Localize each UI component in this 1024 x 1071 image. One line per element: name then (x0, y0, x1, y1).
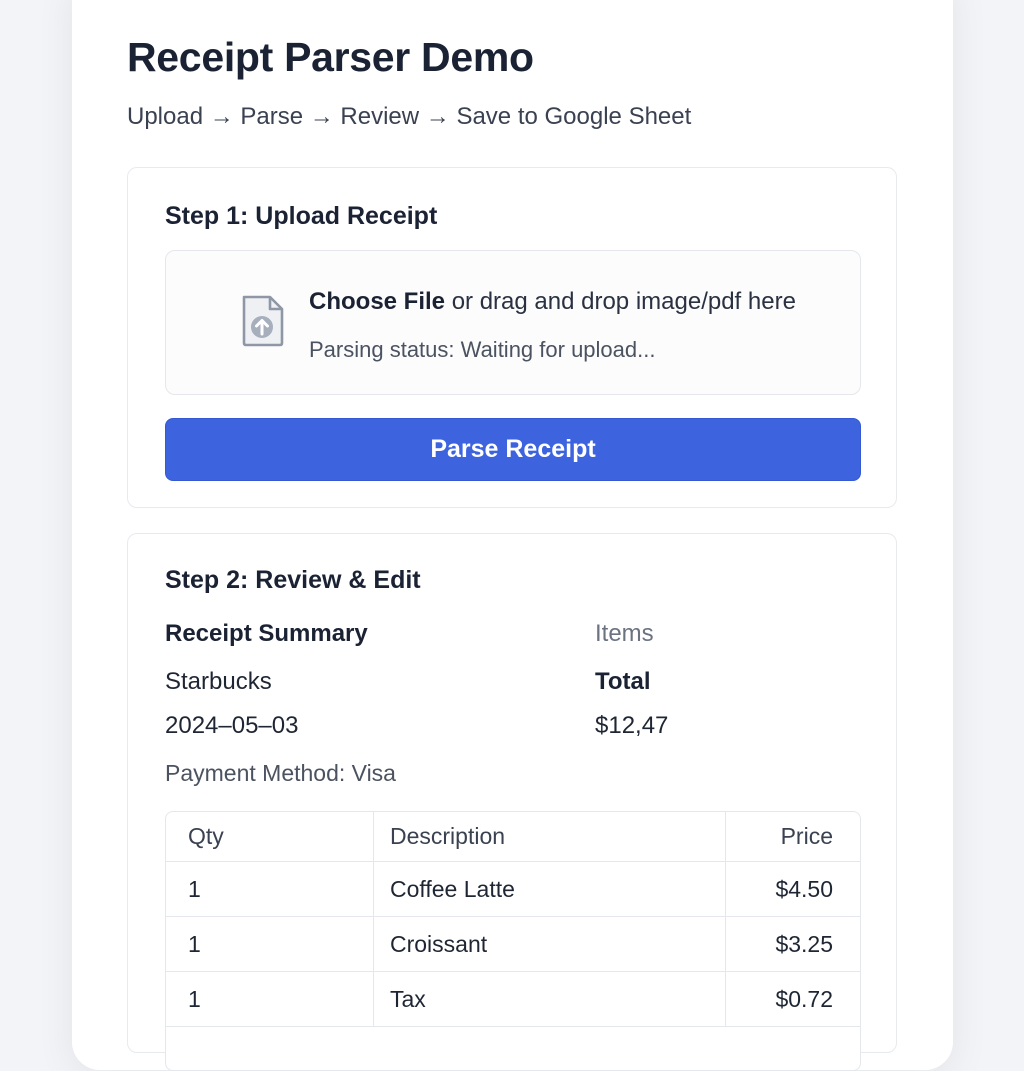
merchant-name[interactable]: Starbucks (165, 668, 272, 696)
description-cell[interactable]: Coffee Latte (374, 862, 726, 916)
table-row: 1 Tax $0.72 (166, 972, 860, 1027)
column-header-description: Description (374, 812, 726, 861)
parse-receipt-button[interactable]: Parse Receipt (165, 418, 861, 481)
drop-text: or drag and drop image/pdf here (445, 288, 796, 315)
qty-cell[interactable]: 1 (166, 917, 374, 971)
dropzone-instructions: Choose File or drag and drop image/pdf h… (309, 288, 796, 316)
upload-section-title: Step 1: Upload Receipt (165, 202, 438, 230)
table-row: 1 Coffee Latte $4.50 (166, 862, 860, 917)
review-section-title: Step 2: Review & Edit (165, 566, 421, 594)
file-upload-icon (242, 295, 284, 347)
items-label: Items (595, 620, 654, 647)
column-header-qty: Qty (166, 812, 374, 861)
total-label: Total (595, 668, 651, 695)
page-title: Receipt Parser Demo (127, 34, 534, 80)
receipt-summary-heading: Receipt Summary (165, 620, 368, 647)
price-cell[interactable]: $4.50 (726, 862, 860, 916)
choose-file-link[interactable]: Choose File (309, 288, 445, 315)
column-header-price: Price (780, 823, 833, 849)
upload-section: Step 1: Upload Receipt Choose File or dr… (127, 167, 897, 508)
payment-method[interactable]: Payment Method: Visa (165, 760, 396, 787)
workflow-steps: Upload → Parse → Review → Save to Google… (127, 103, 692, 130)
receipt-date[interactable]: 2024–05–03 (165, 712, 298, 740)
table-header-row: Qty Description Price (166, 812, 860, 862)
review-section: Step 2: Review & Edit Receipt Summary It… (127, 533, 897, 1071)
description-cell[interactable]: Croissant (374, 917, 726, 971)
qty-cell[interactable]: 1 (166, 972, 374, 1026)
total-value[interactable]: $12,47 (595, 712, 668, 740)
price-cell[interactable]: $3.25 (726, 917, 860, 971)
price-cell[interactable]: $0.72 (726, 972, 860, 1026)
description-cell[interactable]: Tax (374, 972, 726, 1026)
file-dropzone[interactable]: Choose File or drag and drop image/pdf h… (165, 250, 861, 395)
parsing-status: Parsing status: Waiting for upload... (309, 337, 656, 362)
table-row: 1 Croissant $3.25 (166, 917, 860, 972)
items-table: Qty Description Price 1 Coffee Latte $4.… (165, 811, 861, 1071)
qty-cell[interactable]: 1 (166, 862, 374, 916)
